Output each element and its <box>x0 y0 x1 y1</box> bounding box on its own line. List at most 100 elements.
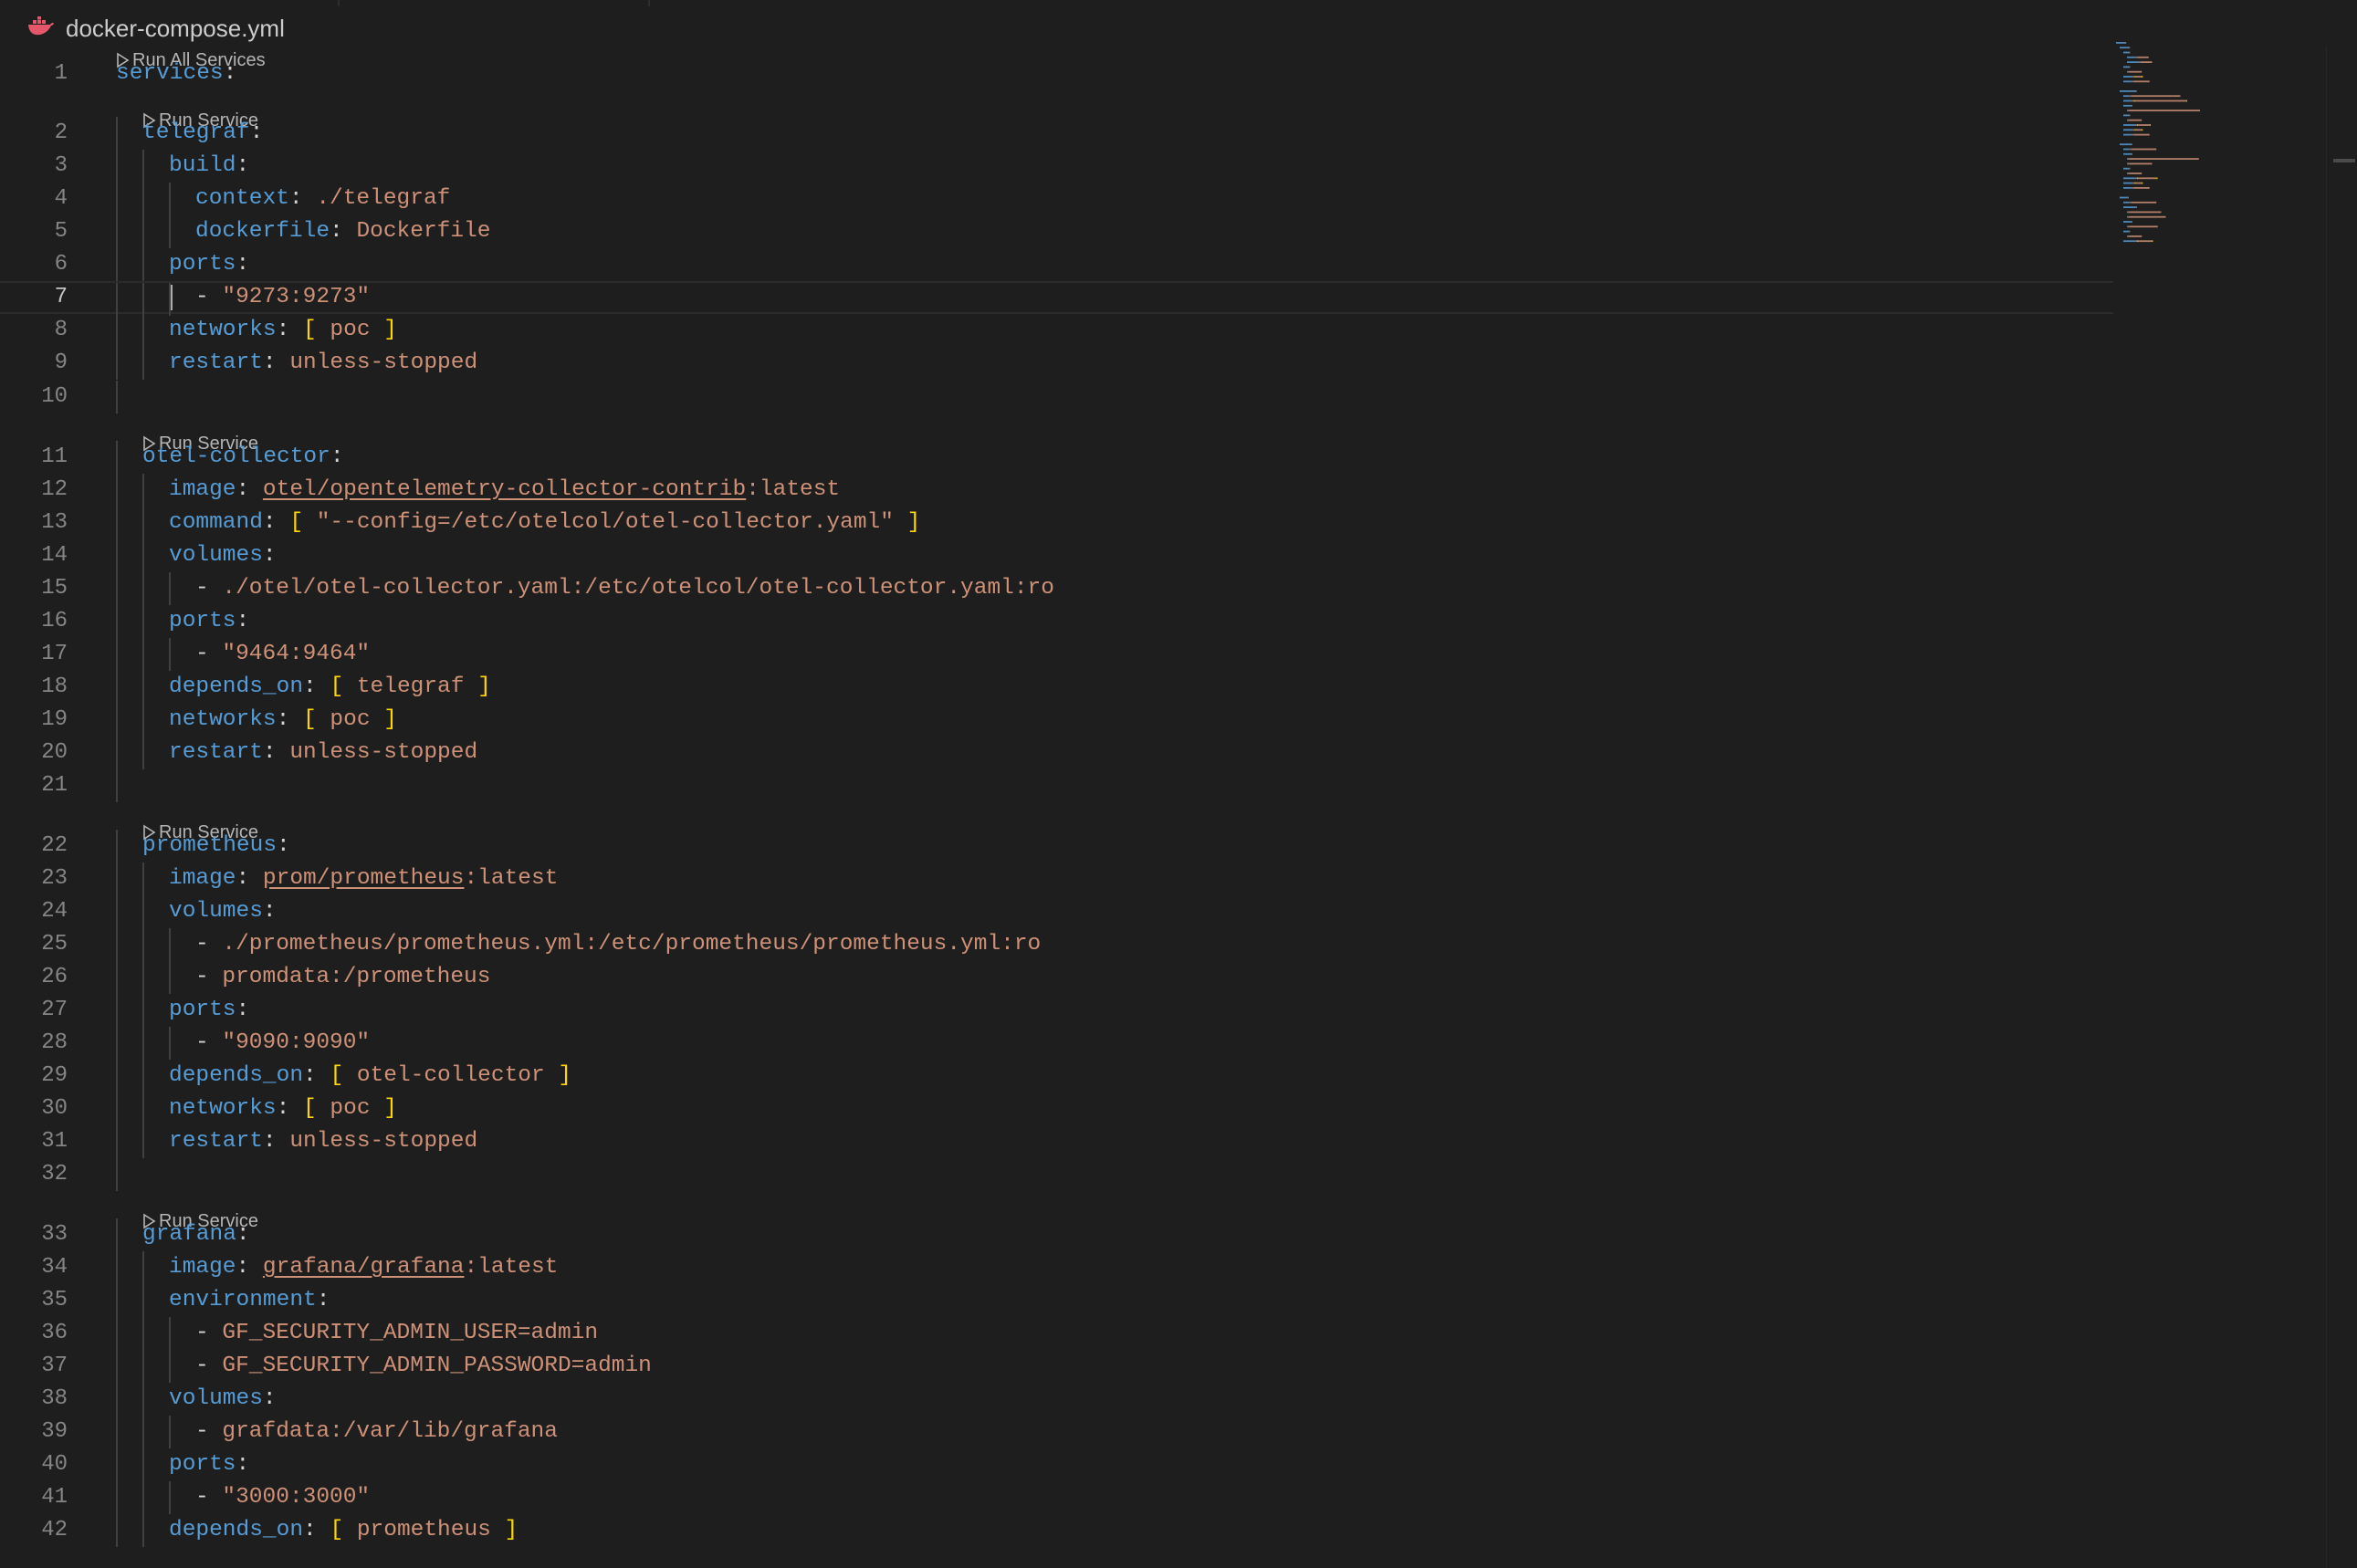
line-number[interactable]: 14 <box>18 539 68 572</box>
line-number[interactable]: 1 <box>18 57 68 90</box>
vertical-scrollbar[interactable] <box>2326 46 2357 1568</box>
line-number[interactable]: 19 <box>18 704 68 737</box>
code-line[interactable]: 23 image: prom/prometheus:latest <box>0 862 2118 895</box>
line-number[interactable]: 16 <box>18 605 68 638</box>
code-line[interactable]: 38 volumes: <box>0 1383 2118 1416</box>
code-line[interactable]: 39 - grafdata:/var/lib/grafana <box>0 1416 2118 1448</box>
code-line[interactable]: 32 <box>0 1158 2118 1191</box>
indent-guide <box>116 1218 118 1251</box>
line-number[interactable]: 33 <box>18 1218 68 1251</box>
image-link[interactable]: prom/prometheus <box>263 866 465 891</box>
minimap-line <box>2127 235 2130 237</box>
code-line[interactable]: 24 volumes: <box>0 895 2118 928</box>
code-line[interactable]: 42 depends_on: [ prometheus ] <box>0 1514 2118 1547</box>
code-line[interactable]: 1 services: <box>0 57 2118 90</box>
line-number[interactable]: 34 <box>18 1251 68 1284</box>
punctuation: - <box>195 1485 223 1510</box>
code-line[interactable]: 33 grafana: <box>0 1218 2118 1251</box>
minimap[interactable] <box>2109 37 2346 256</box>
code-line[interactable]: 40 ports: <box>0 1448 2118 1481</box>
code-line[interactable]: 31 restart: unless-stopped <box>0 1125 2118 1158</box>
code-line[interactable]: 22 prometheus: <box>0 830 2118 862</box>
code-line[interactable]: 25 - ./prometheus/prometheus.yml:/etc/pro… <box>0 928 2118 961</box>
line-number[interactable]: 2 <box>18 117 68 150</box>
line-number[interactable]: 42 <box>18 1514 68 1547</box>
code-line[interactable]: 8 networks: [ poc ] <box>0 314 2118 347</box>
line-number[interactable]: 32 <box>18 1158 68 1191</box>
line-number[interactable]: 5 <box>18 215 68 248</box>
code-editor[interactable]: Run All Services Run Service Run Service Ru… <box>0 50 2118 1568</box>
line-number[interactable]: 41 <box>18 1481 68 1514</box>
line-number[interactable]: 36 <box>18 1317 68 1350</box>
line-number[interactable]: 4 <box>18 183 68 215</box>
line-number[interactable]: 38 <box>18 1383 68 1416</box>
line-number[interactable]: 3 <box>18 150 68 183</box>
line-number[interactable]: 10 <box>18 381 68 413</box>
code-line[interactable]: 36 - GF_SECURITY_ADMIN_USER=admin <box>0 1317 2118 1350</box>
line-number[interactable]: 9 <box>18 347 68 380</box>
indent-guide <box>116 1125 118 1158</box>
line-number[interactable]: 8 <box>18 314 68 347</box>
code-line[interactable]: 16 ports: <box>0 605 2118 638</box>
line-number[interactable]: 37 <box>18 1350 68 1383</box>
code-line[interactable]: 12 image: otel/opentelemetry-collector-co… <box>0 474 2118 507</box>
code-line[interactable]: 3 build: <box>0 150 2118 183</box>
image-link[interactable]: otel/opentelemetry-collector-contrib <box>263 477 746 502</box>
line-number[interactable]: 24 <box>18 895 68 928</box>
line-number[interactable]: 31 <box>18 1125 68 1158</box>
line-number[interactable]: 26 <box>18 961 68 994</box>
code-line[interactable]: 17 - "9464:9464" <box>0 638 2118 671</box>
code-line[interactable]: 14 volumes: <box>0 539 2118 572</box>
scrollbar-thumb[interactable] <box>2333 159 2355 162</box>
code-line[interactable]: 27 ports: <box>0 994 2118 1027</box>
line-number[interactable]: 23 <box>18 862 68 895</box>
line-number[interactable]: 28 <box>18 1027 68 1060</box>
code-line[interactable]: 18 depends_on: [ telegraf ] <box>0 671 2118 704</box>
line-number[interactable]: 25 <box>18 928 68 961</box>
line-number[interactable]: 22 <box>18 830 68 862</box>
code-line[interactable]: 30 networks: [ poc ] <box>0 1092 2118 1125</box>
code-line[interactable]: 6 ports: <box>0 248 2118 281</box>
line-number[interactable]: 15 <box>18 572 68 605</box>
code-line[interactable]: 29 depends_on: [ otel-collector ] <box>0 1060 2118 1092</box>
line-number[interactable]: 27 <box>18 994 68 1027</box>
line-number[interactable]: 18 <box>18 671 68 704</box>
line-number[interactable]: 12 <box>18 474 68 507</box>
code-line[interactable]: 41 - "3000:3000" <box>0 1481 2118 1514</box>
line-number[interactable]: 11 <box>18 441 68 474</box>
code-line[interactable]: 15 - ./otel/otel-collector.yaml:/etc/otel… <box>0 572 2118 605</box>
line-number[interactable]: 20 <box>18 737 68 769</box>
code-line[interactable]: 11 otel-collector: <box>0 441 2118 474</box>
code-line[interactable]: 28 - "9090:9090" <box>0 1027 2118 1060</box>
code-line[interactable]: 2 telegraf: <box>0 117 2118 150</box>
line-number[interactable]: 35 <box>18 1284 68 1317</box>
code-line[interactable]: 19 networks: [ poc ] <box>0 704 2118 737</box>
line-number[interactable]: 39 <box>18 1416 68 1448</box>
minimap-line <box>2133 80 2150 83</box>
editor-tab[interactable]: docker-compose.yml <box>27 12 285 45</box>
image-link[interactable]: grafana/grafana <box>263 1255 465 1280</box>
code-line[interactable]: 35 environment: <box>0 1284 2118 1317</box>
code-line[interactable]: 4 context: ./telegraf <box>0 183 2118 215</box>
code-line[interactable]: 26 - promdata:/prometheus <box>0 961 2118 994</box>
line-number[interactable]: 40 <box>18 1448 68 1481</box>
code-line[interactable]: 5 dockerfile: Dockerfile <box>0 215 2118 248</box>
line-number[interactable]: 13 <box>18 507 68 539</box>
code-line[interactable]: 34 image: grafana/grafana:latest <box>0 1251 2118 1284</box>
code-line[interactable]: 13 command: [ "--config=/etc/otelcol/otel… <box>0 507 2118 539</box>
code-line[interactable]: 21 <box>0 769 2118 802</box>
code-line[interactable]: 20 restart: unless-stopped <box>0 737 2118 769</box>
line-number[interactable]: 7 <box>18 283 68 312</box>
line-number[interactable]: 30 <box>18 1092 68 1125</box>
code-line[interactable]: 7 - "9273:9273" <box>0 281 2113 316</box>
indent-guide <box>142 150 144 183</box>
code-line[interactable]: 10 <box>0 381 2118 413</box>
line-number[interactable]: 29 <box>18 1060 68 1092</box>
indent-guide <box>116 539 118 572</box>
line-number[interactable]: 21 <box>18 769 68 802</box>
line-number[interactable]: 17 <box>18 638 68 671</box>
code-line[interactable]: 9 restart: unless-stopped <box>0 347 2118 380</box>
yaml-value: Dockerfile <box>356 219 491 244</box>
line-number[interactable]: 6 <box>18 248 68 281</box>
code-line[interactable]: 37 - GF_SECURITY_ADMIN_PASSWORD=admin <box>0 1350 2118 1383</box>
